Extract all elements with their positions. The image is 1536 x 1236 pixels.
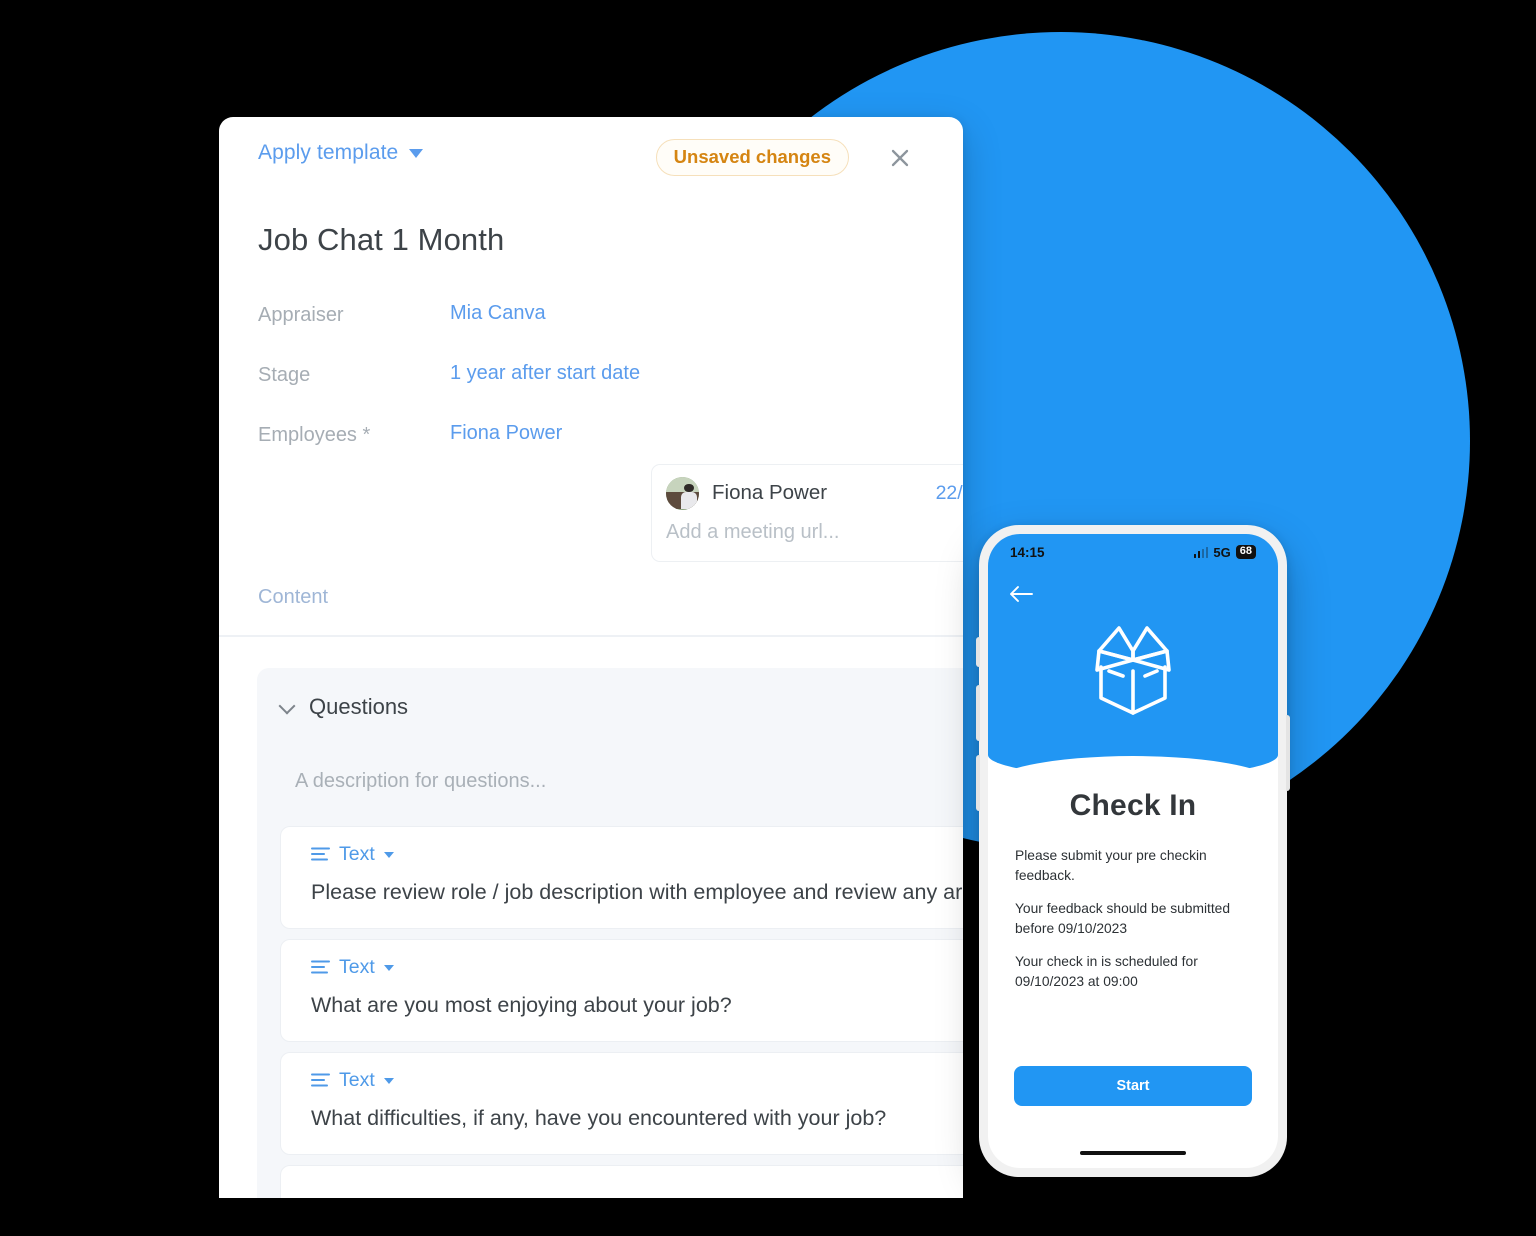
apply-template-dropdown[interactable]: Apply template [258, 141, 424, 165]
meeting-url-input[interactable]: Add a meeting url... [652, 521, 963, 544]
open-box-icon [1095, 626, 1171, 715]
chevron-down-icon [409, 148, 424, 158]
checkin-paragraph: Please submit your pre checkin feedback. [1015, 848, 1207, 883]
field-label: Stage [258, 364, 311, 386]
start-button[interactable]: Start [1014, 1066, 1252, 1106]
content-section-label: Content [258, 586, 329, 608]
phone-silent-switch[interactable] [976, 637, 980, 667]
list-icon [311, 847, 330, 861]
back-button[interactable] [1008, 584, 1034, 609]
question-type-dropdown[interactable]: Text [311, 843, 401, 866]
phone-page-title: Check In [1069, 789, 1197, 822]
phone-body-text: Please submit your pre checkin feedback.… [1015, 846, 1265, 1005]
phone-mockup: 14:15 5G 68 Check In Please submit your … [976, 525, 1290, 1177]
phone-volume-up-button[interactable] [976, 685, 980, 741]
phone-volume-down-button[interactable] [976, 755, 980, 811]
question-type-dropdown[interactable]: Text [311, 1069, 401, 1092]
chevron-down-icon [280, 699, 296, 715]
question-text[interactable]: What difficulties, if any, have you enco… [311, 1106, 963, 1131]
apply-template-label: Apply template [258, 141, 399, 164]
question-text[interactable]: What are you most enjoying about your jo… [311, 993, 963, 1018]
checkin-paragraph: Your feedback should be submitted before… [1015, 901, 1231, 936]
employee-datetime: 22/02/2024 09:00 [936, 482, 963, 505]
dialog-topbar: Apply template Unsaved changes [219, 117, 963, 195]
screenshot-stage: Apply template Unsaved changes Job Chat … [0, 0, 1536, 1236]
question-text[interactable]: Please review role / job description wit… [311, 880, 963, 905]
questions-collapse-toggle[interactable]: Questions [257, 694, 963, 720]
question-type-label: Text [339, 956, 375, 978]
appraisal-dialog: Apply template Unsaved changes Job Chat … [219, 117, 963, 1198]
page-title: Job Chat 1 Month [258, 222, 505, 257]
form-row-appraiser: Appraiser Mia Canva [258, 302, 948, 362]
section-divider [219, 635, 963, 637]
question-card[interactable]: Text What are you most enjoying about yo… [280, 939, 963, 1042]
questions-panel: Questions A description for questions...… [257, 668, 963, 1198]
question-card-partial[interactable] [280, 1165, 963, 1198]
battery-icon: 68 [1235, 545, 1256, 559]
field-value-stage[interactable]: 1 year after start date [450, 362, 640, 385]
field-value-employees[interactable]: Fiona Power [450, 422, 562, 445]
back-arrow-icon [1010, 586, 1033, 602]
question-card[interactable]: Text Please review role / job descriptio… [280, 826, 963, 929]
list-icon [311, 960, 330, 974]
field-value-appraiser[interactable]: Mia Canva [450, 302, 546, 325]
form-row-stage: Stage 1 year after start date [258, 362, 948, 422]
phone-screen: 14:15 5G 68 Check In Please submit your … [988, 534, 1278, 1168]
question-type-label: Text [339, 1069, 375, 1091]
question-type-dropdown[interactable]: Text [311, 956, 401, 979]
questions-title: Questions [309, 694, 409, 719]
list-icon [311, 1073, 330, 1087]
meeting-date[interactable]: 22/02/2024 [936, 482, 963, 505]
appraisal-form: Appraiser Mia Canva Stage 1 year after s… [258, 302, 948, 482]
phone-power-button[interactable] [1286, 715, 1290, 791]
field-label: Employees * [258, 424, 371, 446]
caret-down-icon [383, 964, 394, 971]
close-button[interactable] [885, 143, 915, 173]
question-card[interactable]: Text What difficulties, if any, have you… [280, 1052, 963, 1155]
status-time: 14:15 [1010, 544, 1045, 560]
employee-meeting-card: Fiona Power 22/02/2024 09:00 Add a meeti… [651, 464, 963, 562]
status-badge: Unsaved changes [655, 139, 849, 176]
field-label: Appraiser [258, 304, 344, 326]
network-label: 5G [1213, 544, 1231, 560]
close-icon [891, 149, 909, 167]
employee-row: Fiona Power 22/02/2024 09:00 [652, 465, 963, 521]
status-indicators: 5G 68 [1193, 544, 1256, 560]
checkin-paragraph: Your check in is scheduled for 09/10/202… [1015, 954, 1198, 989]
questions-description-input[interactable]: A description for questions... [257, 720, 963, 793]
caret-down-icon [383, 851, 394, 858]
home-indicator[interactable] [1080, 1150, 1186, 1155]
avatar [666, 476, 699, 510]
phone-status-bar: 14:15 5G 68 [988, 534, 1278, 570]
questions-list: Text Please review role / job descriptio… [257, 826, 963, 1198]
signal-bars-icon [1193, 546, 1209, 558]
employee-name: Fiona Power [712, 481, 828, 504]
caret-down-icon [383, 1077, 394, 1084]
question-type-label: Text [339, 843, 375, 865]
